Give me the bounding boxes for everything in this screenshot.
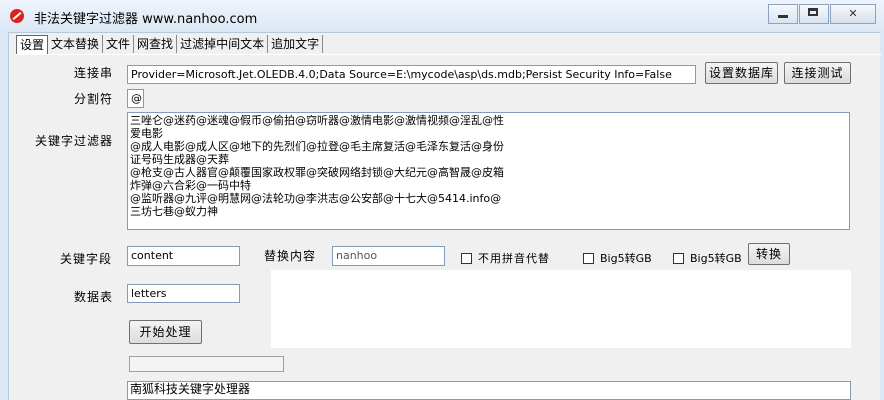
keyword-line: 爱电影	[130, 127, 163, 140]
tab-file[interactable]: 文件	[103, 35, 135, 53]
minimize-button[interactable]	[768, 4, 798, 24]
replace-input[interactable]: nanhoo	[332, 246, 445, 266]
keyword-field-input[interactable]: content	[127, 246, 240, 266]
tab-append-text[interactable]: 追加文字	[268, 35, 324, 53]
checkbox-box[interactable]	[461, 252, 472, 264]
window-title: 非法关键字过滤器 www.nanhoo.com	[34, 12, 258, 27]
tab-filter-middle-text[interactable]: 过滤掉中间文本	[177, 35, 269, 53]
convert-button[interactable]: 转换	[748, 243, 790, 265]
keyword-line: @成人电影@成人区@地下的先烈们@拉登@毛主席复活@毛泽东复活@身份	[130, 140, 504, 153]
big5-gb-label-1: Big5转GB	[600, 252, 652, 265]
table-input[interactable]: letters	[127, 284, 240, 303]
keyword-line: 炸弹@六合彩@一码中特	[130, 179, 251, 192]
keyword-line: 三坊七巷@蚁力神	[130, 205, 218, 218]
maximize-icon	[808, 8, 818, 16]
keyword-line: 证号码生成器@天葬	[130, 153, 229, 166]
tab-bar: 设置 文本替换 文件 网查找 过滤掉中间文本 追加文字	[16, 35, 324, 55]
tab-web-search[interactable]: 网查找	[134, 35, 178, 53]
minimize-icon	[778, 15, 788, 18]
app-icon	[10, 9, 24, 23]
tab-text-replace[interactable]: 文本替换	[48, 35, 104, 53]
checkbox-box[interactable]	[583, 252, 594, 264]
big5-gb-label-2: Big5转GB	[690, 252, 742, 265]
separator-input[interactable]: @	[127, 89, 144, 108]
tab-settings[interactable]: 设置	[16, 35, 49, 55]
big5-gb-checkbox-1[interactable]: Big5转GB	[583, 250, 652, 266]
window-left-frame	[0, 32, 9, 400]
no-pinyin-checkbox[interactable]: 不用拼音代替	[461, 250, 550, 266]
output-text: 南狐科技关键字处理器	[130, 382, 251, 396]
keyword-filter-textarea[interactable]: 三唑仑@迷药@迷魂@假币@偷拍@窃听器@激情电影@激情视频@淫乱@性 爱电影 @…	[127, 112, 850, 230]
keyword-line: @监听器@九评@明慧网@法轮功@李洪志@公安部@十七大@5414.info@	[130, 192, 502, 205]
keyword-filter-label: 关键字过滤器	[35, 134, 114, 148]
close-button[interactable]: ✕	[830, 4, 876, 24]
checkbox-box[interactable]	[673, 252, 684, 264]
replace-label: 替换内容	[264, 249, 317, 263]
maximize-button[interactable]	[799, 4, 829, 24]
keyword-field-label: 关键字段	[60, 252, 113, 266]
separator-label: 分割符	[74, 92, 114, 106]
big5-gb-checkbox-2[interactable]: Big5转GB	[673, 250, 742, 266]
tab-divider	[16, 54, 882, 55]
connection-string-input[interactable]: Provider=Microsoft.Jet.OLEDB.4.0;Data So…	[127, 65, 696, 84]
keyword-line: @枪支@古人器官@颠覆国家政权罪@突破网络封锁@大纪元@高智晟@皮箱	[130, 166, 504, 179]
table-label: 数据表	[74, 290, 114, 304]
connection-label: 连接串	[74, 66, 114, 80]
window-right-frame	[880, 32, 884, 400]
app-window: 非法关键字过滤器 www.nanhoo.com ✕ 设置 文本替换 文件 网查找…	[0, 0, 884, 400]
output-textarea[interactable]: 南狐科技关键字处理器	[127, 381, 851, 400]
title-bar: 非法关键字过滤器 www.nanhoo.com ✕	[0, 0, 884, 33]
window-controls: ✕	[767, 4, 876, 24]
test-connection-button[interactable]: 连接测试	[784, 62, 851, 84]
keyword-line: 三唑仑@迷药@迷魂@假币@偷拍@窃听器@激情电影@激情视频@淫乱@性	[130, 114, 504, 127]
result-panel	[271, 270, 851, 348]
set-database-button[interactable]: 设置数据库	[705, 62, 778, 84]
progress-bar	[129, 356, 284, 372]
no-pinyin-label: 不用拼音代替	[478, 252, 550, 265]
start-processing-button[interactable]: 开始处理	[129, 320, 202, 344]
close-icon: ✕	[848, 7, 858, 20]
